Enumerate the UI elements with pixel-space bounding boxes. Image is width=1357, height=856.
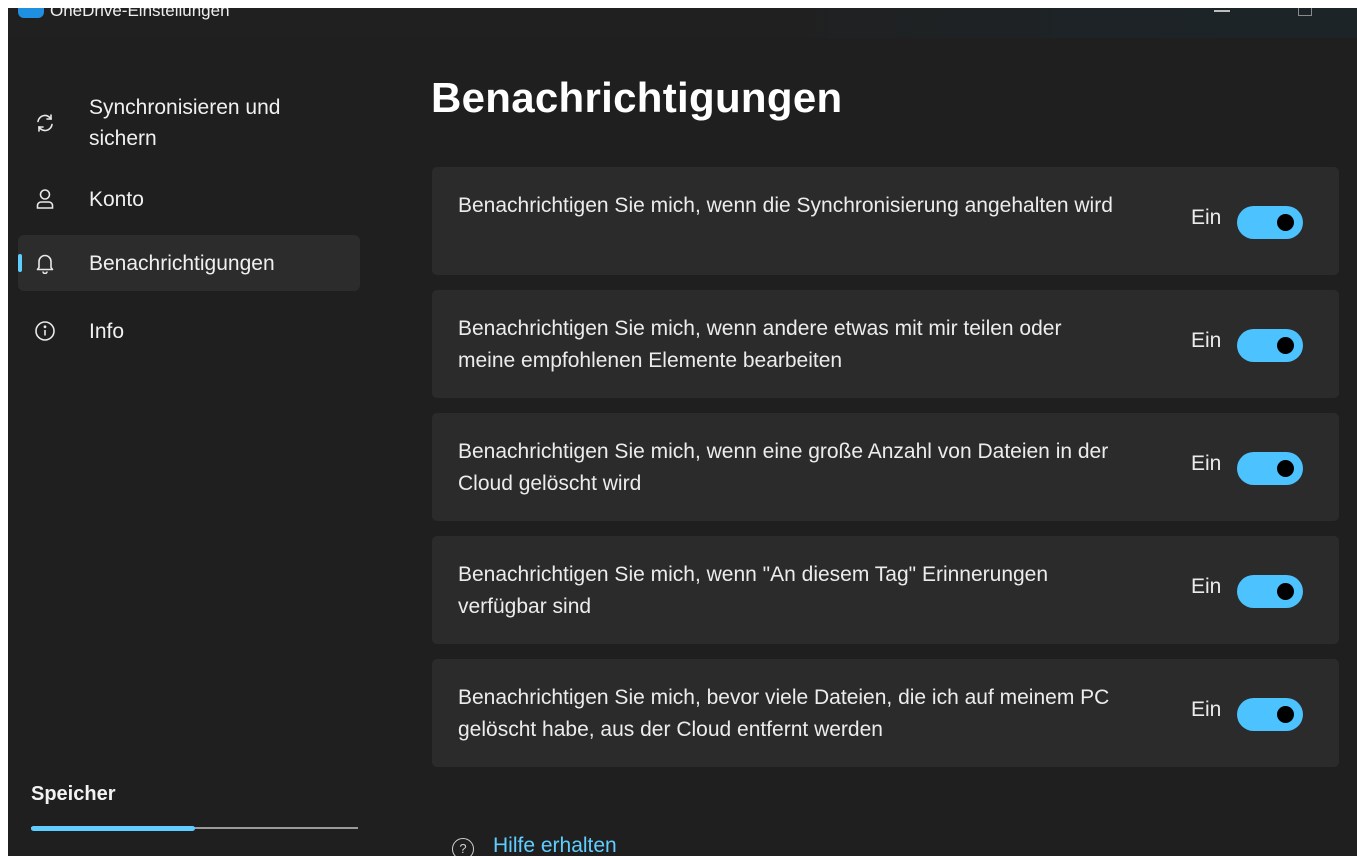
page-title: Benachrichtigungen [431, 74, 843, 121]
toggle-switch[interactable] [1237, 206, 1303, 239]
setting-card: Benachrichtigen Sie mich, wenn "An diese… [432, 536, 1339, 644]
toggle-switch[interactable] [1237, 575, 1303, 608]
setting-description: Benachrichtigen Sie mich, wenn andere et… [458, 317, 1062, 372]
sidebar-item-info[interactable]: Info [18, 312, 360, 352]
sidebar-item-benachrichtigungen[interactable]: Benachrichtigungen [18, 235, 360, 291]
bell-icon [34, 252, 56, 274]
storage-label: Speicher [31, 783, 116, 805]
sidebar-item-sync[interactable]: Synchronisieren und sichern [18, 88, 360, 158]
info-icon [34, 320, 56, 342]
help-circle-icon[interactable]: ? [452, 838, 474, 856]
setting-description: Benachrichtigen Sie mich, bevor viele Da… [458, 686, 1110, 741]
setting-card: Benachrichtigen Sie mich, wenn die Synch… [432, 167, 1339, 275]
sidebar-item-label: Benachrichtigungen [89, 252, 275, 275]
help-link[interactable]: Hilfe erhalten [493, 834, 617, 856]
maximize-button[interactable] [1298, 8, 1312, 16]
toggle-switch[interactable] [1237, 329, 1303, 362]
setting-description: Benachrichtigen Sie mich, wenn die Synch… [458, 194, 1113, 217]
toggle-knob [1277, 706, 1294, 723]
minimize-button[interactable] [1214, 10, 1230, 12]
sidebar-item-label: Synchronisieren und sichern [89, 96, 281, 150]
onedrive-cloud-icon [18, 8, 44, 18]
toggle-state-label: Ein [1191, 329, 1222, 352]
toggle-switch[interactable] [1237, 698, 1303, 731]
toggle-state-label: Ein [1191, 206, 1222, 229]
setting-card: Benachrichtigen Sie mich, wenn andere et… [432, 290, 1339, 398]
onedrive-settings-window: OneDrive-Einstellungen Synchronisieren u… [8, 8, 1357, 856]
sidebar-item-konto[interactable]: Konto [18, 180, 360, 220]
window-title: OneDrive-Einstellungen [50, 8, 230, 20]
setting-description: Benachrichtigen Sie mich, wenn "An diese… [458, 563, 1049, 618]
toggle-knob [1277, 583, 1294, 600]
storage-bar-fill [31, 826, 195, 831]
setting-description: Benachrichtigen Sie mich, wenn eine groß… [458, 440, 1109, 495]
selected-indicator [18, 254, 22, 272]
toggle-state-label: Ein [1191, 698, 1222, 721]
sidebar-item-label: Konto [89, 188, 144, 211]
sync-icon [34, 112, 56, 134]
person-icon [34, 188, 56, 210]
toggle-switch[interactable] [1237, 452, 1303, 485]
setting-card: Benachrichtigen Sie mich, bevor viele Da… [432, 659, 1339, 767]
toggle-state-label: Ein [1191, 452, 1222, 475]
toggle-knob [1277, 214, 1294, 231]
toggle-knob [1277, 460, 1294, 477]
title-bar: OneDrive-Einstellungen [8, 8, 1357, 38]
sidebar-item-label: Info [89, 320, 125, 343]
setting-card: Benachrichtigen Sie mich, wenn eine groß… [432, 413, 1339, 521]
toggle-knob [1277, 337, 1294, 354]
toggle-state-label: Ein [1191, 575, 1222, 598]
